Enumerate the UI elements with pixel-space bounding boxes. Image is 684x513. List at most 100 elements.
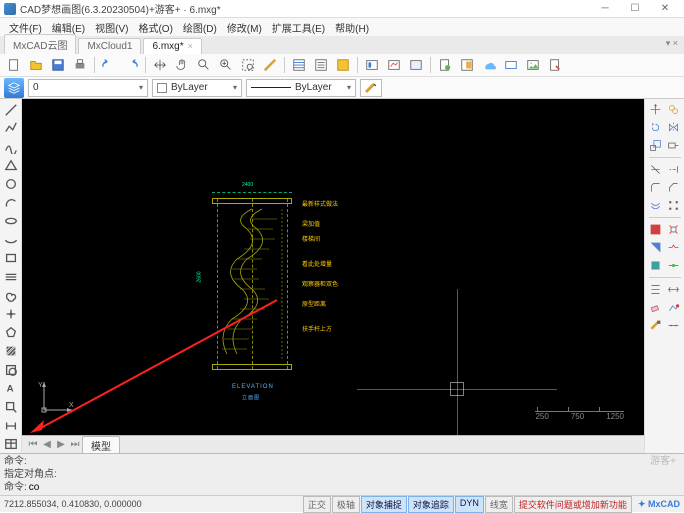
zoom-button[interactable] <box>194 55 214 75</box>
mirror-tool[interactable] <box>665 119 682 136</box>
xline-tool[interactable] <box>2 268 20 286</box>
layers-button[interactable] <box>311 55 331 75</box>
matchprop-tool[interactable] <box>647 317 664 334</box>
blocks-button[interactable] <box>333 55 353 75</box>
polygon-tool[interactable] <box>2 324 20 342</box>
linetype-selector[interactable]: ByLayer▾ <box>246 79 356 97</box>
tab-mxcloud1[interactable]: MxCloud1 <box>78 38 141 54</box>
toggle-dyn[interactable]: DYN <box>455 496 484 513</box>
menu-draw[interactable]: 绘图(D) <box>178 20 222 35</box>
open-button[interactable] <box>26 55 46 75</box>
zoom-window-button[interactable] <box>238 55 258 75</box>
fillet-tool[interactable] <box>647 179 664 196</box>
ellipse-tool[interactable] <box>2 212 20 230</box>
trim-tool[interactable] <box>647 161 664 178</box>
extend-tool[interactable] <box>665 161 682 178</box>
toggle-lwt[interactable]: 线宽 <box>485 496 513 513</box>
pan-button[interactable] <box>150 55 170 75</box>
tool-e-button[interactable] <box>457 55 477 75</box>
tool-f-button[interactable] <box>501 55 521 75</box>
undo-button[interactable] <box>99 55 119 75</box>
menu-modify[interactable]: 修改(M) <box>222 20 267 35</box>
minimize-button[interactable]: ─ <box>590 1 620 17</box>
viewtab-last[interactable]: ⏭ <box>68 439 82 450</box>
menu-format[interactable]: 格式(O) <box>133 20 177 35</box>
new-button[interactable] <box>4 55 24 75</box>
scale-tool[interactable] <box>647 137 664 154</box>
viewtab-next[interactable]: ▶ <box>54 439 68 450</box>
tab-mxcad-cloud[interactable]: MxCAD云图 <box>4 34 76 54</box>
menu-file[interactable]: 文件(F) <box>4 20 47 35</box>
viewtab-model[interactable]: 模型 <box>82 436 120 454</box>
color-teal[interactable] <box>647 257 664 274</box>
point-tool[interactable] <box>2 305 20 323</box>
revcloud-tool[interactable] <box>2 287 20 305</box>
move-tool[interactable] <box>647 101 664 118</box>
menu-tools[interactable]: 扩展工具(E) <box>267 20 330 35</box>
tool-a-button[interactable] <box>362 55 382 75</box>
array-tool[interactable] <box>665 197 682 214</box>
tab-6mxg[interactable]: 6.mxg*× <box>143 38 201 54</box>
tool-d-button[interactable] <box>435 55 455 75</box>
measure-button[interactable] <box>260 55 280 75</box>
hatch-tool[interactable] <box>2 343 20 361</box>
menu-view[interactable]: 视图(V) <box>90 20 133 35</box>
table-tool[interactable] <box>2 435 20 453</box>
tool-b-button[interactable] <box>384 55 404 75</box>
redo-button[interactable] <box>121 55 141 75</box>
layer-selector[interactable]: 0▾ <box>28 79 148 97</box>
color-selector[interactable]: ByLayer▾ <box>152 79 242 97</box>
line-tool[interactable] <box>2 101 20 119</box>
text-tool[interactable]: A <box>2 380 20 398</box>
explode-tool[interactable] <box>665 221 682 238</box>
break-tool[interactable] <box>665 239 682 256</box>
toggle-ortho[interactable]: 正交 <box>303 496 331 513</box>
save-button[interactable] <box>48 55 68 75</box>
viewtab-prev[interactable]: ◀ <box>40 439 54 450</box>
region-tool[interactable] <box>2 361 20 379</box>
close-button[interactable]: ✕ <box>650 1 680 17</box>
block-insert-tool[interactable] <box>2 398 20 416</box>
toggle-polar[interactable]: 极轴 <box>332 496 360 513</box>
status-alert[interactable]: 提交软件问题或增加新功能 <box>514 496 632 513</box>
maximize-button[interactable]: ☐ <box>620 1 650 17</box>
command-input[interactable] <box>29 482 680 493</box>
tool-g-button[interactable] <box>545 55 565 75</box>
tool-image-button[interactable] <box>523 55 543 75</box>
zoom-extents-button[interactable] <box>216 55 236 75</box>
menu-edit[interactable]: 编辑(E) <box>47 20 90 35</box>
rect-tool[interactable] <box>2 157 20 175</box>
lineweight-button[interactable] <box>360 79 382 97</box>
dimension-tool[interactable] <box>2 417 20 435</box>
hand-button[interactable] <box>172 55 192 75</box>
erase-tool[interactable] <box>647 299 664 316</box>
color-blue[interactable] <box>647 239 664 256</box>
rectangle-tool[interactable] <box>2 250 20 268</box>
copy-tool[interactable] <box>665 101 682 118</box>
chamfer-tool[interactable] <box>665 179 682 196</box>
menu-help[interactable]: 帮助(H) <box>330 20 374 35</box>
stretch-tool[interactable] <box>665 137 682 154</box>
polyline-tool[interactable] <box>2 120 20 138</box>
circle-tool[interactable] <box>2 175 20 193</box>
join-tool[interactable] <box>665 257 682 274</box>
tabs-overflow-icon[interactable]: ▾ × <box>666 38 678 49</box>
toggle-otrack[interactable]: 对象追踪 <box>408 496 454 513</box>
lengthen-tool[interactable] <box>665 281 682 298</box>
properties-button[interactable] <box>289 55 309 75</box>
drawing-canvas[interactable]: 2400 <box>22 99 644 435</box>
divide-tool[interactable] <box>665 317 682 334</box>
toggle-osnap[interactable]: 对象捕捉 <box>361 496 407 513</box>
spline-tool[interactable] <box>2 138 20 156</box>
layers-stack-button[interactable] <box>4 78 24 98</box>
tab-close-icon[interactable]: × <box>188 41 193 51</box>
pedit-tool[interactable] <box>665 299 682 316</box>
rotate-tool[interactable] <box>647 119 664 136</box>
print-button[interactable] <box>70 55 90 75</box>
tool-c-button[interactable] <box>406 55 426 75</box>
ellipse-arc-tool[interactable] <box>2 231 20 249</box>
tool-cloud-button[interactable] <box>479 55 499 75</box>
color-red[interactable] <box>647 221 664 238</box>
offset-tool[interactable] <box>647 197 664 214</box>
align-tool[interactable] <box>647 281 664 298</box>
